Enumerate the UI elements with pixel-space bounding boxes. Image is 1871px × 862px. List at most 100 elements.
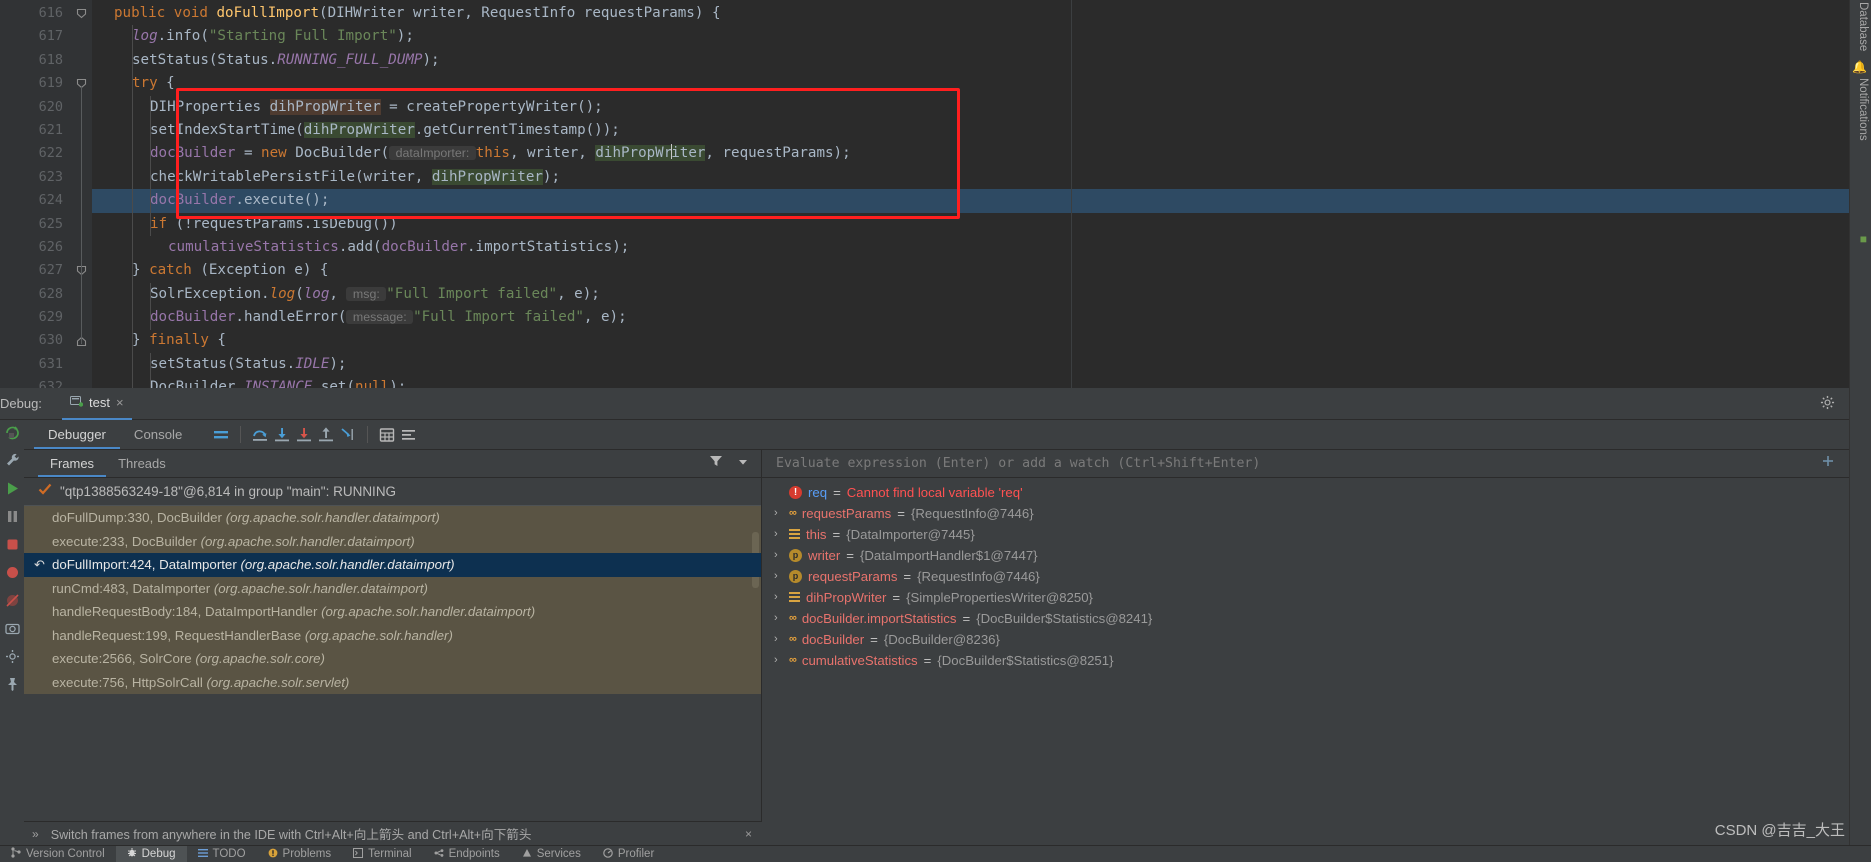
code-line[interactable]: DIHProperties dihPropWriter = createProp… xyxy=(92,96,1871,119)
code-line[interactable]: DocBuilder.INSTANCE.set(null); xyxy=(92,376,1871,388)
code-line[interactable]: log.info("Starting Full Import"); xyxy=(92,25,1871,48)
variable-row[interactable]: › this = {DataImporter@7445} xyxy=(762,524,1871,545)
variable-row[interactable]: ! req = Cannot find local variable 'req' xyxy=(762,482,1871,503)
code-line[interactable]: SolrException.log(log, msg: "Full Import… xyxy=(92,283,1871,306)
mute-breakpoints-icon[interactable] xyxy=(4,592,21,609)
code-line[interactable]: setStatus(Status.IDLE); xyxy=(92,353,1871,376)
code-line[interactable]: setStatus(Status.RUNNING_FULL_DUMP); xyxy=(92,49,1871,72)
chevron-right-icon[interactable]: › xyxy=(774,524,783,545)
debugger-tabs[interactable]: Debugger Console xyxy=(24,420,1871,450)
frames-filter-actions[interactable] xyxy=(709,454,749,473)
add-watch-icon[interactable] xyxy=(1821,454,1835,473)
variable-row[interactable]: › ∞ docBuilder.importStatistics = {DocBuil… xyxy=(762,608,1871,629)
code-line[interactable]: docBuilder.handleError( message: "Full I… xyxy=(92,306,1871,329)
status-bar-item-version-control[interactable]: Version Control xyxy=(0,846,116,862)
code-line[interactable]: if (!requestParams.isDebug()) xyxy=(92,213,1871,236)
code-line[interactable]: cumulativeStatistics.add(docBuilder.impo… xyxy=(92,236,1871,259)
frames-subtabs[interactable]: Frames Threads xyxy=(24,450,761,478)
status-bar[interactable]: Version Control Debug TODO Problems Terminal… xyxy=(0,845,1871,862)
step-out-icon[interactable] xyxy=(315,424,337,446)
frames-list[interactable]: doFullDump:330, DocBuilder (org.apache.s… xyxy=(24,506,761,694)
tab-threads[interactable]: Threads xyxy=(106,450,178,477)
code-area[interactable]: public void doFullImport(DIHWriter write… xyxy=(92,0,1871,388)
status-bar-item-problems[interactable]: Problems xyxy=(257,846,343,862)
variable-row[interactable]: › dihPropWriter = {SimplePropertiesWriter… xyxy=(762,587,1871,608)
fold-marker-icon[interactable] xyxy=(76,8,87,19)
frame-item[interactable]: handleRequest:199, RequestHandlerBase (o… xyxy=(24,624,761,648)
status-bar-item-debug[interactable]: Debug xyxy=(115,845,187,862)
fold-column[interactable] xyxy=(72,0,92,388)
variable-row[interactable]: › ∞ docBuilder = {DocBuilder@8236} xyxy=(762,629,1871,650)
status-bar-item-terminal[interactable]: Terminal xyxy=(342,846,422,862)
frame-item[interactable]: ↶ doFullImport:424, DataImporter (org.apa… xyxy=(24,553,761,577)
code-line[interactable]: docBuilder.execute(); xyxy=(92,189,1871,213)
code-line[interactable]: try { xyxy=(92,72,1871,95)
run-to-cursor-icon[interactable] xyxy=(337,424,359,446)
code-line[interactable]: public void doFullImport(DIHWriter write… xyxy=(92,2,1871,25)
debug-settings-icon[interactable] xyxy=(4,648,21,665)
chevron-right-icon[interactable]: › xyxy=(774,650,783,671)
code-line[interactable]: setIndexStartTime(dihPropWriter.getCurre… xyxy=(92,119,1871,142)
stop-program-icon[interactable] xyxy=(4,536,21,553)
variable-row[interactable]: › ∞ requestParams = {RequestInfo@7446} xyxy=(762,503,1871,524)
thread-row[interactable]: "qtp1388563249-18"@6,814 in group "main"… xyxy=(24,456,761,506)
evaluate-expression-input[interactable]: Evaluate expression (Enter) or add a wat… xyxy=(776,456,1260,471)
status-bar-item-endpoints[interactable]: Endpoints xyxy=(423,846,511,862)
show-execution-point-icon[interactable] xyxy=(210,424,232,446)
variable-row[interactable]: › p writer = {DataImportHandler$1@7447} xyxy=(762,545,1871,566)
status-bar-item-services[interactable]: Services xyxy=(511,846,592,862)
frame-item[interactable]: execute:2566, SolrCore (org.apache.solr.… xyxy=(24,647,761,671)
tab-debugger[interactable]: Debugger xyxy=(34,420,120,449)
expand-icon[interactable]: » xyxy=(32,827,39,841)
debug-side-actions[interactable] xyxy=(0,420,24,845)
chevron-right-icon[interactable]: › xyxy=(774,503,783,524)
frame-item[interactable]: handleRequestBody:184, DataImportHandler… xyxy=(24,600,761,624)
tool-tab-database[interactable]: Database xyxy=(1857,2,1869,51)
chevron-right-icon[interactable]: › xyxy=(774,566,783,587)
step-into-icon[interactable] xyxy=(271,424,293,446)
variables-list[interactable]: ! req = Cannot find local variable 'req' ›… xyxy=(762,478,1871,671)
mute-breakpoints-toolbar-icon[interactable] xyxy=(398,424,420,446)
variable-name: this xyxy=(806,527,827,542)
chevron-right-icon[interactable]: › xyxy=(774,587,783,608)
code-editor[interactable]: 616 617 618 619 620 621 622 623 624 625 626 627 628 6… xyxy=(0,0,1871,395)
inspection-ok-icon[interactable]: ■ xyxy=(1860,232,1867,246)
code-line[interactable]: } catch (Exception e) { xyxy=(92,259,1871,282)
status-bar-item-profiler[interactable]: Profiler xyxy=(592,846,665,862)
chevron-down-icon[interactable] xyxy=(737,455,749,473)
variable-row[interactable]: › p requestParams = {RequestInfo@7446} xyxy=(762,566,1871,587)
pause-program-icon[interactable] xyxy=(4,508,21,525)
step-over-icon[interactable] xyxy=(249,424,271,446)
gear-icon[interactable] xyxy=(1820,395,1835,412)
filter-icon[interactable] xyxy=(709,454,723,473)
camera-icon[interactable] xyxy=(4,620,21,637)
close-icon[interactable]: × xyxy=(116,395,124,410)
frame-item[interactable]: doFullDump:330, DocBuilder (org.apache.s… xyxy=(24,506,761,530)
tool-tab-notifications[interactable]: Notifications xyxy=(1857,78,1869,141)
frame-item[interactable]: execute:233, DocBuilder (org.apache.solr… xyxy=(24,530,761,554)
evaluate-expression-icon[interactable] xyxy=(376,424,398,446)
variable-row[interactable]: › ∞ cumulativeStatistics = {DocBuilder$Sta… xyxy=(762,650,1871,671)
frame-item[interactable]: runCmd:483, DataImporter (org.apache.sol… xyxy=(24,577,761,601)
view-breakpoints-icon[interactable] xyxy=(4,564,21,581)
chevron-right-icon[interactable]: › xyxy=(774,608,783,629)
chevron-right-icon[interactable]: › xyxy=(774,545,783,566)
code-line[interactable]: docBuilder = new DocBuilder( dataImporte… xyxy=(92,142,1871,165)
editor-gutter[interactable]: 616 617 618 619 620 621 622 623 624 625 626 627 628 6… xyxy=(0,0,72,395)
status-bar-item-todo[interactable]: TODO xyxy=(187,846,257,862)
resume-program-icon[interactable] xyxy=(4,480,21,497)
pin-icon[interactable] xyxy=(4,676,21,693)
run-configuration-tab[interactable]: test × xyxy=(62,388,132,420)
chevron-right-icon[interactable]: › xyxy=(774,629,783,650)
code-line[interactable]: checkWritablePersistFile(writer, dihProp… xyxy=(92,166,1871,189)
force-step-into-icon[interactable] xyxy=(293,424,315,446)
code-line[interactable]: } finally { xyxy=(92,329,1871,352)
frame-item[interactable]: execute:756, HttpSolrCall (org.apache.so… xyxy=(24,671,761,695)
settings-wrench-icon[interactable] xyxy=(4,452,21,469)
tab-console[interactable]: Console xyxy=(120,420,196,449)
evaluate-expression-bar[interactable]: Evaluate expression (Enter) or add a wat… xyxy=(762,450,1871,478)
rerun-icon[interactable] xyxy=(4,424,21,441)
tab-frames[interactable]: Frames xyxy=(38,450,107,477)
right-tool-strip[interactable]: Database 🔔 Notifications ■ xyxy=(1849,0,1871,845)
close-icon[interactable]: × xyxy=(745,827,752,841)
